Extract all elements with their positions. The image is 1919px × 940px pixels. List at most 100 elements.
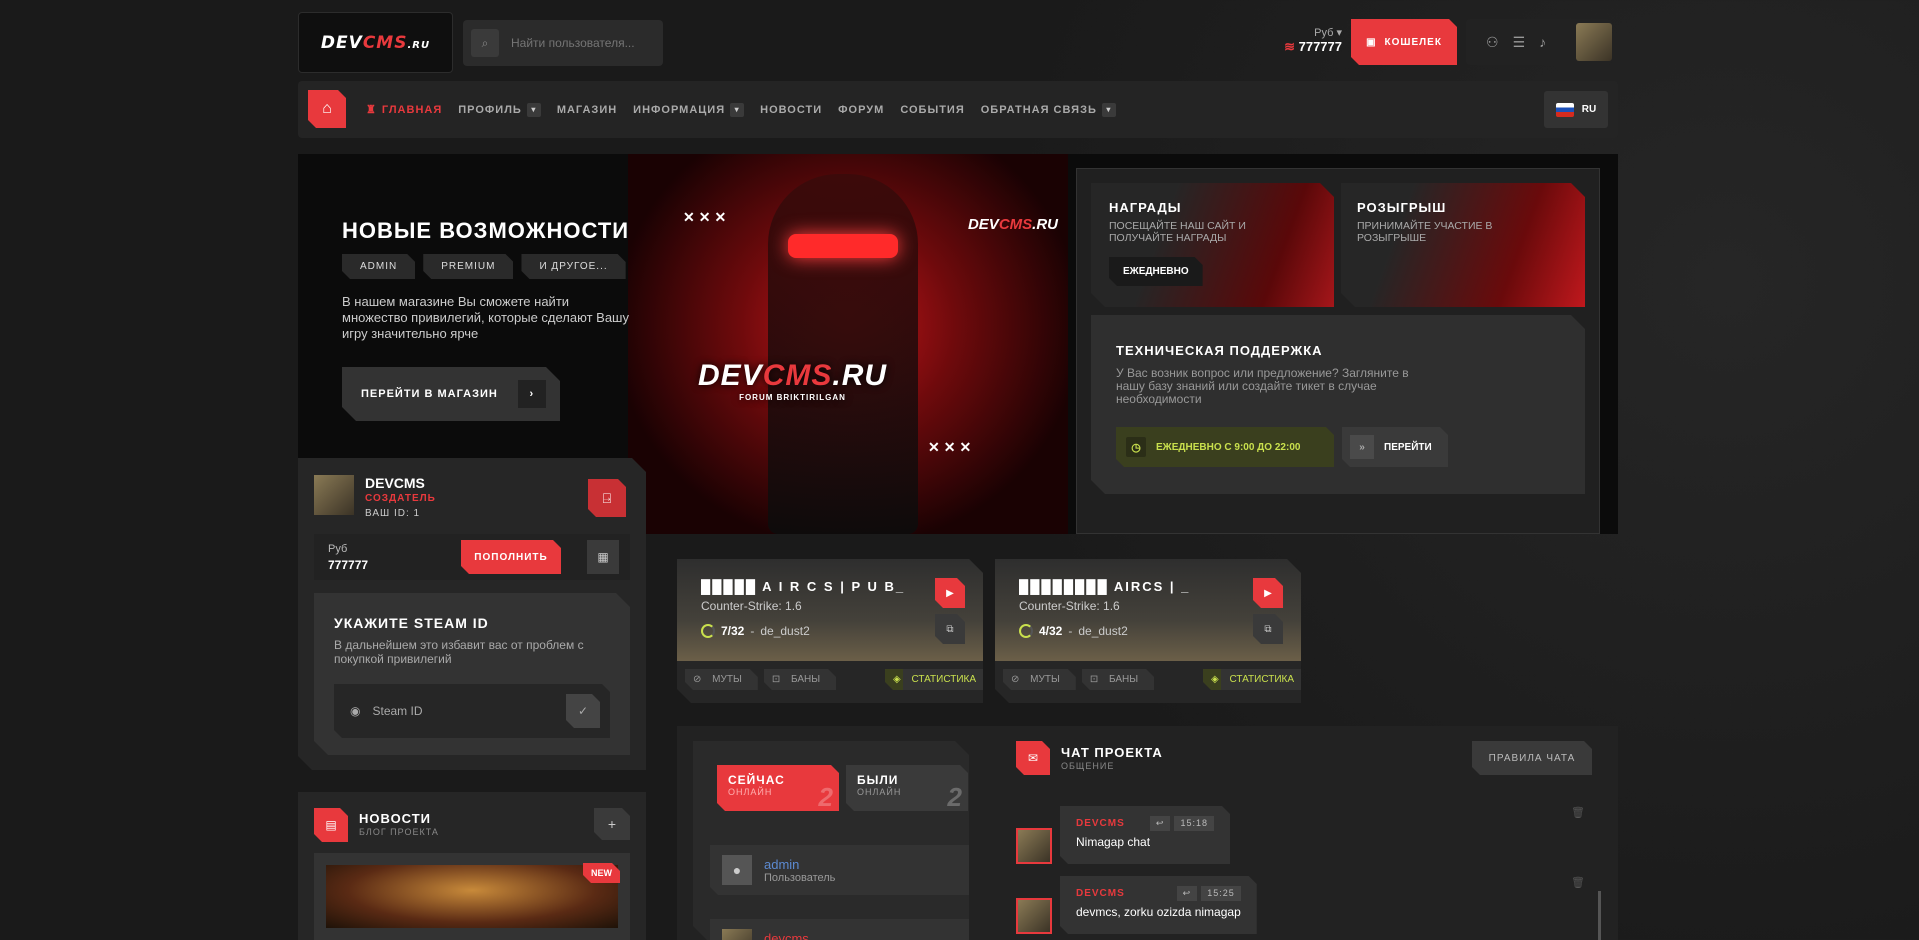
art-marks: ✕✕✕ xyxy=(683,209,731,225)
raffle-text: ПРИНИМАЙТЕ УЧАСТИЕ В РОЗЫГРЫШЕ xyxy=(1357,220,1493,244)
nav-item-events[interactable]: СОБЫТИЯ xyxy=(900,104,964,116)
chevron-right-icon: › xyxy=(518,380,546,408)
news-panel: ▤ НОВОСТИ БЛОГ ПРОЕКТА + NEW xyxy=(298,792,646,940)
topup-button[interactable]: ПОПОЛНИТЬ xyxy=(461,540,561,574)
add-news-button[interactable]: + xyxy=(594,808,630,840)
tab-were-online[interactable]: БЫЛИ ОНЛАЙН 2 xyxy=(846,765,968,811)
avatar xyxy=(722,929,752,940)
news-title: НОВОСТИ xyxy=(359,811,432,826)
go-to-shop-button[interactable]: ПЕРЕЙТИ В МАГАЗИН › xyxy=(342,367,560,421)
new-badge: NEW xyxy=(583,863,620,883)
balance-currency: Руб ▾ xyxy=(1314,27,1342,39)
play-button[interactable]: ▶ xyxy=(935,578,965,608)
support-title: ТЕХНИЧЕСКАЯ ПОДДЕРЖКА xyxy=(1116,343,1323,358)
user-role: СОЗДАТЕЛЬ xyxy=(365,493,436,504)
russia-flag-icon xyxy=(1555,102,1574,117)
avatar[interactable] xyxy=(1016,898,1052,934)
server-game: Counter-Strike: 1.6 xyxy=(1019,599,1120,613)
steam-id-panel: УКАЖИТЕ STEAM ID В дальнейшем это избави… xyxy=(314,593,630,755)
steam-text: В дальнейшем это избавит вас от проблем … xyxy=(334,638,584,666)
user-id: ВАШ ID: 1 xyxy=(365,508,421,519)
stats-button[interactable]: ◈ СТАТИСТИКА xyxy=(885,669,992,690)
trash-icon[interactable]: 🗑 xyxy=(1571,806,1585,819)
chat-section: СЕЙЧАС ОНЛАЙН 2 БЫЛИ ОНЛАЙН 2 ● admin Пол… xyxy=(677,726,1618,940)
copy-ip-button[interactable]: ⧉ xyxy=(935,614,965,644)
art-brand: DEVCMS.RU xyxy=(967,216,1058,233)
news-item[interactable]: NEW xyxy=(314,853,630,940)
language-switch[interactable]: RU xyxy=(1544,91,1608,128)
wallet-button[interactable]: ▣ КОШЕЛЕК xyxy=(1351,19,1457,65)
copy-ip-button[interactable]: ⧉ xyxy=(1253,614,1283,644)
balance-amount: ≋ 777777 xyxy=(1284,39,1342,54)
chevron-down-icon: ▾ xyxy=(526,102,541,117)
play-button[interactable]: ▶ xyxy=(1253,578,1283,608)
friends-icon[interactable]: ⚇ xyxy=(1486,34,1499,51)
server-game: Counter-Strike: 1.6 xyxy=(701,599,802,613)
double-chevron-icon: » xyxy=(1350,435,1374,459)
load-ring-icon xyxy=(1019,624,1033,638)
message-text: devmcs, zorku ozizda nimagap xyxy=(1076,905,1241,919)
tag: И ДРУГОЕ... xyxy=(521,254,625,279)
steam-id-field[interactable]: ◉ Steam ID ✓ xyxy=(334,684,610,738)
hero-description: В нашем магазине Вы сможете найти множес… xyxy=(342,294,629,341)
support-text: У Вас возник вопрос или предложение? Заг… xyxy=(1116,366,1409,406)
messages-icon[interactable]: ☰ xyxy=(1513,34,1526,51)
load-ring-icon xyxy=(701,624,715,638)
server-card[interactable]: ████████ AIRCS | _ Counter-Strike: 1.6 4… xyxy=(995,559,1301,703)
raffle-title: РОЗЫГРЫШ xyxy=(1357,200,1447,215)
trash-icon[interactable]: 🗑 xyxy=(1571,876,1585,889)
nav-item-forum[interactable]: ФОРУМ xyxy=(838,104,884,116)
rewards-card[interactable]: НАГРАДЫ ПОСЕЩАЙТЕ НАШ САЙТ И ПОЛУЧАЙТЕ Н… xyxy=(1091,183,1334,307)
list-item[interactable]: devcmsСоздатель xyxy=(710,919,978,940)
tag: ADMIN xyxy=(342,254,415,279)
reply-icon[interactable]: ↩ xyxy=(1177,886,1198,901)
news-icon: ▤ xyxy=(314,808,348,842)
support-go-button[interactable]: » ПЕРЕЙТИ xyxy=(1342,427,1448,467)
server-players: 4/32 - de_dust2 xyxy=(1019,624,1128,638)
avatar[interactable] xyxy=(1576,23,1612,61)
tab-online-now[interactable]: СЕЙЧАС ОНЛАЙН 2 xyxy=(717,765,839,811)
search-icon[interactable]: ⌕ xyxy=(471,29,499,57)
message-text: Nimagap chat xyxy=(1076,835,1151,849)
nav-item-feedback[interactable]: ОБРАТНАЯ СВЯЗЬ ▾ xyxy=(981,102,1116,117)
nav-item-shop[interactable]: МАГАЗИН xyxy=(557,104,617,116)
hero-artwork: DEVCMS.RU DEVCMS.RU FORUM BRIKTIRILGAN ✕… xyxy=(628,154,1068,534)
server-card[interactable]: █████ A I R C S | P U B_ Counter-Strike:… xyxy=(677,559,983,703)
mutes-button[interactable]: ⊘ МУТЫ xyxy=(685,669,758,690)
bans-button[interactable]: ⊡ БАНЫ xyxy=(764,669,836,690)
avatar[interactable] xyxy=(1016,828,1052,864)
site-logo[interactable]: DEVCMS.RU xyxy=(298,12,453,73)
search-input[interactable] xyxy=(511,36,651,50)
stats-button[interactable]: ◈ СТАТИСТИКА xyxy=(1203,669,1310,690)
chat-icon: ✉ xyxy=(1016,741,1050,775)
logout-button[interactable]: ⍈ xyxy=(588,479,626,517)
bell-icon[interactable]: ♪ xyxy=(1539,34,1546,50)
nav-item-profile[interactable]: ПРОФИЛЬ ▾ xyxy=(458,102,541,117)
user-avatar[interactable] xyxy=(314,475,354,515)
check-icon[interactable]: ✓ xyxy=(566,694,600,728)
search-box[interactable]: ⌕ xyxy=(463,20,663,66)
list-item[interactable]: ● admin Пользователь xyxy=(710,845,978,895)
qr-icon[interactable]: ▦ xyxy=(587,540,619,574)
hero-tags: ADMIN PREMIUM И ДРУГОЕ... xyxy=(342,254,626,279)
news-subtitle: БЛОГ ПРОЕКТА xyxy=(359,827,439,837)
user-card: DEVCMS СОЗДАТЕЛЬ ВАШ ID: 1 ⍈ Руб 777777 … xyxy=(298,458,646,770)
server-name: ████████ AIRCS | _ xyxy=(1019,579,1191,594)
daily-badge[interactable]: ЕЖЕДНЕВНО xyxy=(1109,257,1203,286)
tag: PREMIUM xyxy=(423,254,513,279)
raffle-card[interactable]: РОЗЫГРЫШ ПРИНИМАЙТЕ УЧАСТИЕ В РОЗЫГРЫШЕ xyxy=(1341,183,1585,307)
bans-button[interactable]: ⊡ БАНЫ xyxy=(1082,669,1154,690)
home-button[interactable]: ⌂ xyxy=(308,90,346,128)
hero-side-panel: НАГРАДЫ ПОСЕЩАЙТЕ НАШ САЙТ И ПОЛУЧАЙТЕ Н… xyxy=(1076,168,1600,534)
nav-item-news[interactable]: НОВОСТИ xyxy=(760,104,822,116)
chat-rules-button[interactable]: ПРАВИЛА ЧАТА xyxy=(1472,741,1592,775)
mutes-button[interactable]: ⊘ МУТЫ xyxy=(1003,669,1076,690)
reply-icon[interactable]: ↩ xyxy=(1150,816,1171,831)
scrollbar[interactable] xyxy=(1598,891,1601,940)
header-balance[interactable]: Руб ▾ ≋ 777777 xyxy=(1270,26,1342,55)
nav-item-home[interactable]: ♜ ГЛАВНАЯ xyxy=(366,103,442,117)
chat-title: ЧАТ ПРОЕКТА xyxy=(1061,745,1163,760)
nav-item-info[interactable]: ИНФОРМАЦИЯ ▾ xyxy=(633,102,745,117)
support-card: ТЕХНИЧЕСКАЯ ПОДДЕРЖКА У Вас возник вопро… xyxy=(1091,315,1585,494)
user-name: DEVCMS xyxy=(365,475,425,491)
